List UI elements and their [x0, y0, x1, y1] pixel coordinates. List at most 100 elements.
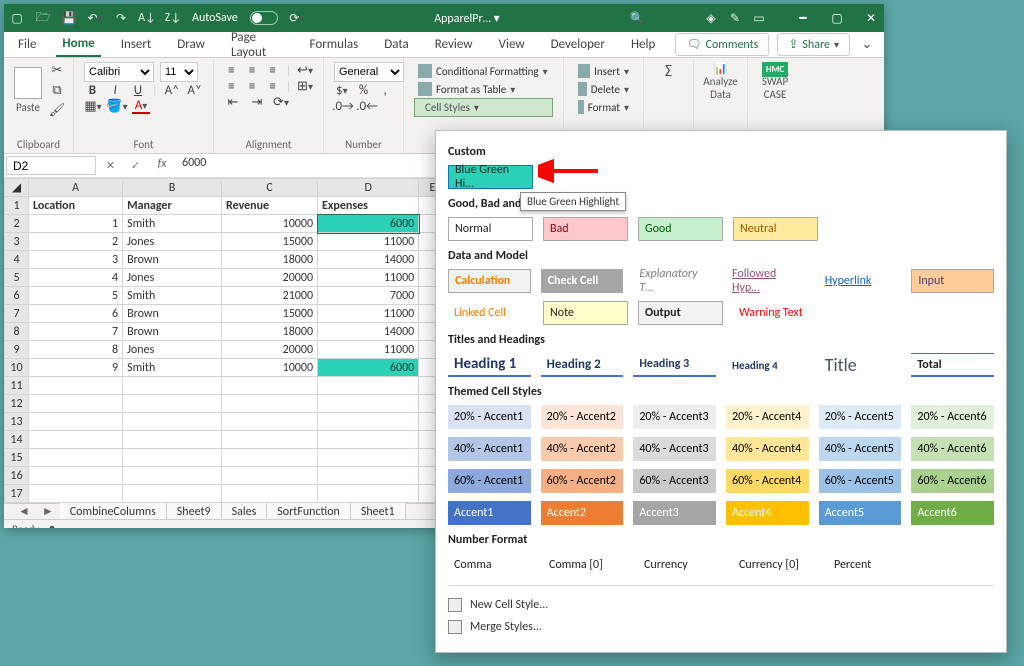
style-calculation[interactable]: Calculation — [448, 269, 531, 293]
format-as-table-button[interactable]: Format as Table — [414, 80, 553, 98]
sheet-tab[interactable]: Sheet1 — [351, 503, 406, 521]
row-header[interactable]: 17 — [5, 485, 29, 503]
style-accent2-40[interactable]: 40% - Accent2 — [541, 437, 624, 461]
editing-icon[interactable]: ∑ — [660, 62, 678, 78]
cancel-entry-icon[interactable]: ✕ — [106, 159, 115, 172]
format-cells-button[interactable]: Format — [574, 98, 633, 116]
sheet-tab[interactable]: Sales — [222, 503, 268, 521]
cell[interactable]: 20000 — [222, 341, 318, 359]
font-name-select[interactable]: Calibri — [84, 62, 154, 82]
cell[interactable]: 18000 — [222, 323, 318, 341]
fill-color-icon[interactable]: 🪣 — [108, 98, 126, 114]
swap-case-button[interactable]: HMCSWAP CASE — [762, 62, 788, 101]
style-bad[interactable]: Bad — [543, 217, 628, 241]
style-accent1-20[interactable]: 20% - Accent1 — [448, 405, 531, 429]
row-header[interactable]: 12 — [5, 395, 29, 413]
undo-icon[interactable]: ↶ — [88, 11, 102, 25]
style-note[interactable]: Note — [543, 301, 628, 325]
style-neutral[interactable]: Neutral — [733, 217, 818, 241]
sort-desc-icon[interactable]: Z↓ — [166, 11, 180, 25]
cell[interactable]: 4 — [29, 269, 123, 287]
style-nf[interactable]: Currency [0] — [733, 553, 818, 577]
cell[interactable]: Brown — [123, 305, 222, 323]
row-header[interactable]: 2 — [5, 215, 29, 233]
row-header[interactable]: 16 — [5, 467, 29, 485]
indent-dec-icon[interactable]: ⇤ — [224, 94, 242, 110]
cell[interactable]: 8 — [29, 341, 123, 359]
header-cell[interactable]: Revenue — [222, 197, 318, 215]
inc-decimal-icon[interactable]: .0→ — [334, 98, 352, 114]
style-accent6-40[interactable]: 40% - Accent6 — [911, 437, 994, 461]
align-middle-icon[interactable]: ≡ — [245, 62, 260, 78]
header-cell[interactable]: Location — [29, 197, 123, 215]
style-accent1-60[interactable]: 60% - Accent1 — [448, 469, 531, 493]
tab-draw[interactable]: Draw — [171, 33, 211, 56]
orientation-icon[interactable]: ⟳ — [272, 94, 290, 110]
maximize-button[interactable]: ▢ — [830, 11, 844, 26]
cell[interactable]: Brown — [123, 251, 222, 269]
tab-insert[interactable]: Insert — [115, 33, 158, 56]
cell[interactable]: 11000 — [318, 341, 419, 359]
sheet-tab[interactable]: CombineColumns — [60, 503, 167, 521]
align-right-icon[interactable]: ≡ — [265, 78, 280, 94]
autosave-toggle[interactable] — [250, 11, 278, 25]
cell[interactable]: Jones — [123, 269, 222, 287]
style-hyperlink[interactable]: Hyperlink — [819, 269, 902, 293]
borders-icon[interactable]: ▦ — [84, 98, 102, 114]
cell[interactable]: 10000 — [222, 215, 318, 233]
share-button[interactable]: ⇪ Share — [777, 33, 850, 56]
account-icon[interactable]: ◈ — [704, 11, 718, 25]
col-header-D[interactable]: D — [318, 179, 419, 197]
merge-styles-button[interactable]: Merge Styles... — [448, 616, 994, 638]
cell[interactable]: 15000 — [222, 305, 318, 323]
style-blue-green-highlight[interactable]: Blue Green Hi… — [448, 165, 533, 189]
style-warning-text[interactable]: Warning Text — [733, 301, 818, 325]
style-accent5-100[interactable]: Accent5 — [819, 501, 902, 525]
style-accent1-100[interactable]: Accent1 — [448, 501, 531, 525]
style-accent4-20[interactable]: 20% - Accent4 — [726, 405, 809, 429]
style-total[interactable]: Total — [911, 353, 994, 377]
align-bottom-icon[interactable]: ≡ — [265, 62, 280, 78]
row-header[interactable]: 6 — [5, 287, 29, 305]
shrink-font-icon[interactable]: A˅ — [186, 82, 203, 98]
refresh-icon[interactable]: ⟳ — [290, 11, 304, 25]
style-accent3-100[interactable]: Accent3 — [633, 501, 716, 525]
cell[interactable]: 21000 — [222, 287, 318, 305]
style-output[interactable]: Output — [638, 301, 723, 325]
style-nf[interactable]: Currency — [638, 553, 723, 577]
cell[interactable]: Smith — [123, 215, 222, 233]
ribbon-collapse-icon[interactable]: ⌄ — [858, 37, 876, 53]
cell[interactable]: 9 — [29, 359, 123, 377]
style-accent3-20[interactable]: 20% - Accent3 — [633, 405, 716, 429]
search-icon[interactable]: 🔍 — [630, 11, 644, 25]
open-icon[interactable]: 🗁 — [36, 11, 50, 25]
analyze-data-button[interactable]: 📊Analyze Data — [703, 62, 737, 101]
indent-inc-icon[interactable]: ⇥ — [248, 94, 266, 110]
style-accent4-40[interactable]: 40% - Accent4 — [726, 437, 809, 461]
row-header[interactable]: 11 — [5, 377, 29, 395]
conditional-formatting-button[interactable]: Conditional Formatting — [414, 62, 553, 80]
number-format-select[interactable]: General — [334, 62, 404, 82]
cell[interactable]: Smith — [123, 287, 222, 305]
style-accent4-60[interactable]: 60% - Accent4 — [726, 469, 809, 493]
row-header[interactable]: 7 — [5, 305, 29, 323]
style-accent3-40[interactable]: 40% - Accent3 — [633, 437, 716, 461]
style-accent2-60[interactable]: 60% - Accent2 — [541, 469, 624, 493]
bold-button[interactable]: B — [84, 82, 101, 98]
style-accent4-100[interactable]: Accent4 — [726, 501, 809, 525]
merge-icon[interactable]: ⊞ — [297, 78, 313, 94]
tab-nav-left[interactable]: ◄ — [12, 504, 36, 519]
align-center-icon[interactable]: ≡ — [245, 78, 260, 94]
cell[interactable]: 11000 — [318, 269, 419, 287]
row-header[interactable]: 3 — [5, 233, 29, 251]
align-top-icon[interactable]: ≡ — [224, 62, 239, 78]
quickmode-icon[interactable]: ✎ — [728, 11, 742, 25]
row-header[interactable]: 13 — [5, 413, 29, 431]
cell[interactable]: 7000 — [318, 287, 419, 305]
row-header[interactable]: 5 — [5, 269, 29, 287]
style-nf[interactable]: Percent — [828, 553, 913, 577]
row-header[interactable]: 15 — [5, 449, 29, 467]
style-accent6-60[interactable]: 60% - Accent6 — [911, 469, 994, 493]
row-header[interactable]: 14 — [5, 431, 29, 449]
grow-font-icon[interactable]: A˄ — [163, 82, 180, 98]
